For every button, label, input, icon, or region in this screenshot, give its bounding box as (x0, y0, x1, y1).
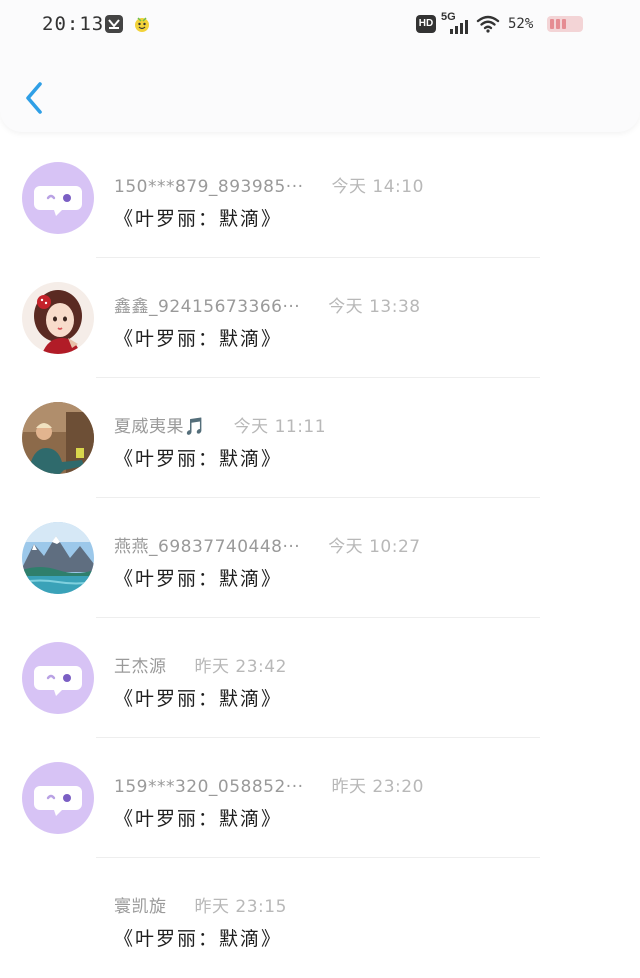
avatar[interactable] (22, 522, 94, 594)
signal-icon (450, 20, 468, 34)
sender-name: 夏威夷果🎵 (114, 417, 206, 437)
conversation-header: 王杰源 昨天 23:42 (114, 652, 287, 677)
sender-name: 王杰源 (114, 657, 167, 677)
conversation-item[interactable]: 150***879_893985··· 今天 14:10 《叶罗丽：默滴》 (0, 138, 640, 258)
top-bar: 20:13 HD 5G 52% (0, 0, 640, 132)
conversation-list: 150***879_893985··· 今天 14:10 《叶罗丽：默滴》 鑫鑫_… (0, 138, 640, 978)
sender-name: 寰凯旋 (114, 897, 167, 917)
message-time: 今天 11:11 (233, 417, 327, 437)
message-preview: 《叶罗丽：默滴》 (114, 808, 283, 830)
wifi-icon (476, 15, 500, 33)
conversation-item[interactable]: 夏威夷果🎵 今天 11:11 《叶罗丽：默滴》 (0, 378, 640, 498)
message-time: 今天 10:27 (328, 537, 421, 557)
conversation-item[interactable]: 159***320_058852··· 昨天 23:20 《叶罗丽：默滴》 (0, 738, 640, 858)
avatar[interactable] (22, 162, 94, 234)
girl-cartoon-avatar (22, 282, 94, 354)
sender-name: 150***879_893985··· (114, 177, 304, 197)
conversation-header: 寰凯旋 昨天 23:15 (114, 892, 287, 917)
conversation-header: 150***879_893985··· 今天 14:10 (114, 172, 424, 197)
conversation-header: 燕燕_69837740448··· 今天 10:27 (114, 532, 421, 557)
emoji-app-icon (135, 17, 149, 32)
message-preview: 《叶罗丽：默滴》 (114, 568, 283, 590)
conversation-item[interactable]: 王杰源 昨天 23:42 《叶罗丽：默滴》 (0, 618, 640, 738)
avatar[interactable] (22, 402, 94, 474)
message-preview: 《叶罗丽：默滴》 (114, 928, 283, 950)
avatar[interactable] (22, 642, 94, 714)
chat-bubble-icon (34, 786, 82, 816)
person-photo-avatar (22, 402, 94, 474)
message-time: 今天 13:38 (328, 297, 421, 317)
sender-name: 鑫鑫_92415673366··· (114, 297, 301, 317)
conversation-header: 159***320_058852··· 昨天 23:20 (114, 772, 424, 797)
message-time: 今天 14:10 (331, 177, 424, 197)
status-bar: 20:13 HD 5G 52% (0, 0, 640, 50)
message-preview: 《叶罗丽：默滴》 (114, 208, 283, 230)
message-preview: 《叶罗丽：默滴》 (114, 448, 283, 470)
message-preview: 《叶罗丽：默滴》 (114, 328, 283, 350)
message-time: 昨天 23:42 (194, 657, 287, 677)
avatar[interactable] (22, 282, 94, 354)
conversation-item[interactable]: 燕燕_69837740448··· 今天 10:27 《叶罗丽：默滴》 (0, 498, 640, 618)
message-preview: 《叶罗丽：默滴》 (114, 688, 283, 710)
battery-icon (547, 16, 583, 32)
chat-bubble-icon (34, 666, 82, 696)
status-time: 20:13 (42, 13, 105, 35)
hd-badge: HD (416, 15, 436, 33)
avatar[interactable] (22, 762, 94, 834)
conversation-item[interactable]: 寰凯旋 昨天 23:15 《叶罗丽：默滴》 (0, 858, 640, 978)
conversation-item[interactable]: 鑫鑫_92415673366··· 今天 13:38 《叶罗丽：默滴》 (0, 258, 640, 378)
sender-name: 159***320_058852··· (114, 777, 304, 797)
gallery-icon (105, 15, 123, 33)
message-time: 昨天 23:15 (194, 897, 287, 917)
message-time: 昨天 23:20 (331, 777, 424, 797)
back-button[interactable] (20, 78, 50, 118)
mountain-lake-avatar (22, 522, 94, 594)
chat-bubble-icon (34, 186, 82, 216)
conversation-header: 鑫鑫_92415673366··· 今天 13:38 (114, 292, 421, 317)
battery-percent: 52% (508, 16, 534, 32)
conversation-header: 夏威夷果🎵 今天 11:11 (114, 412, 326, 437)
sender-name: 燕燕_69837740448··· (114, 537, 301, 557)
